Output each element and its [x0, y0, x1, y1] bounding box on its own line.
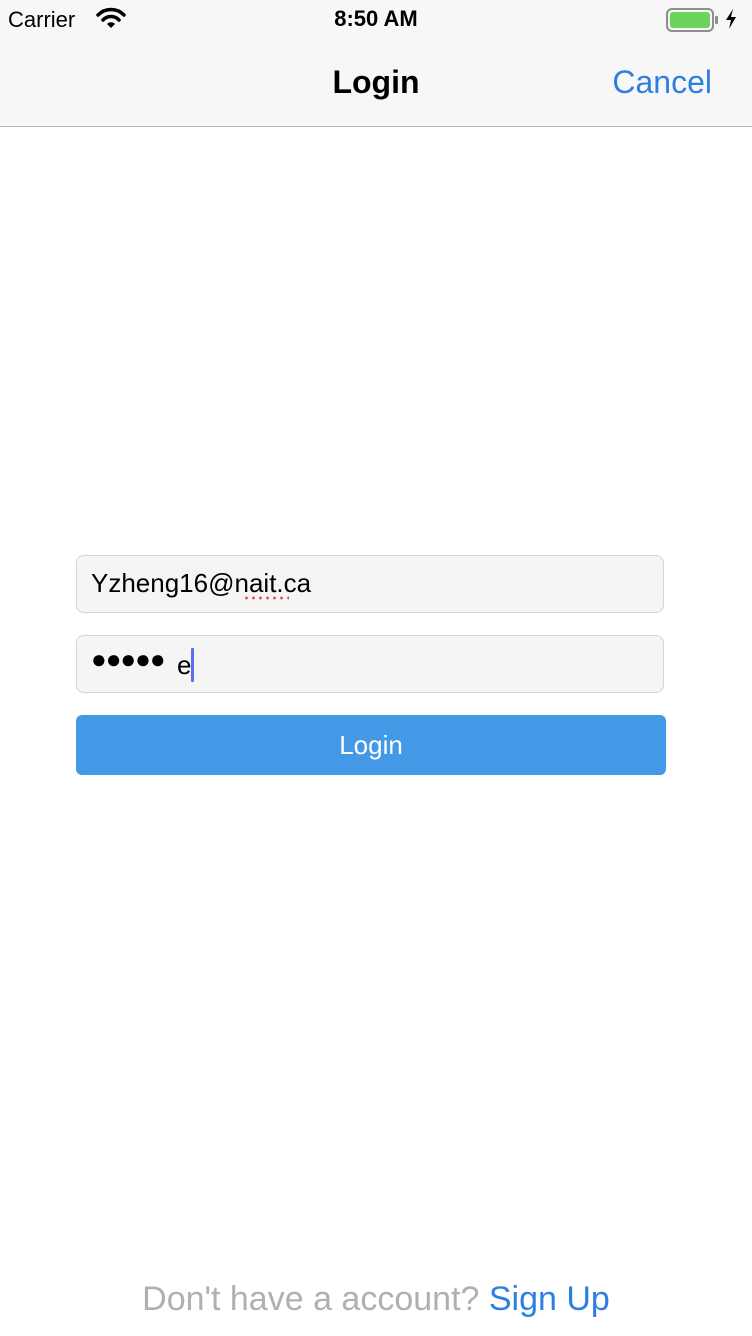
- charging-icon: [724, 9, 738, 34]
- text-cursor: [191, 648, 194, 682]
- password-field[interactable]: ●●●●● e: [76, 635, 664, 693]
- email-field-value: Yzheng16@nait.ca: [91, 568, 312, 598]
- battery-icon: [666, 8, 718, 37]
- status-bar: Carrier 8:50 AM: [0, 0, 752, 40]
- clock: 8:50 AM: [334, 6, 418, 31]
- signup-link[interactable]: Sign Up: [489, 1280, 610, 1318]
- password-mask: ●●●●●: [91, 644, 166, 674]
- signup-prompt: Don't have a account? Sign Up: [0, 1280, 752, 1319]
- login-button[interactable]: Login: [76, 715, 666, 775]
- spellcheck-underline: [243, 596, 289, 600]
- signup-prompt-text: Don't have a account?: [142, 1280, 489, 1318]
- email-field[interactable]: Yzheng16@nait.ca: [76, 555, 664, 613]
- cancel-button[interactable]: Cancel: [612, 64, 712, 101]
- navigation-bar: Login Cancel: [0, 40, 752, 127]
- password-last-char: e: [177, 650, 192, 680]
